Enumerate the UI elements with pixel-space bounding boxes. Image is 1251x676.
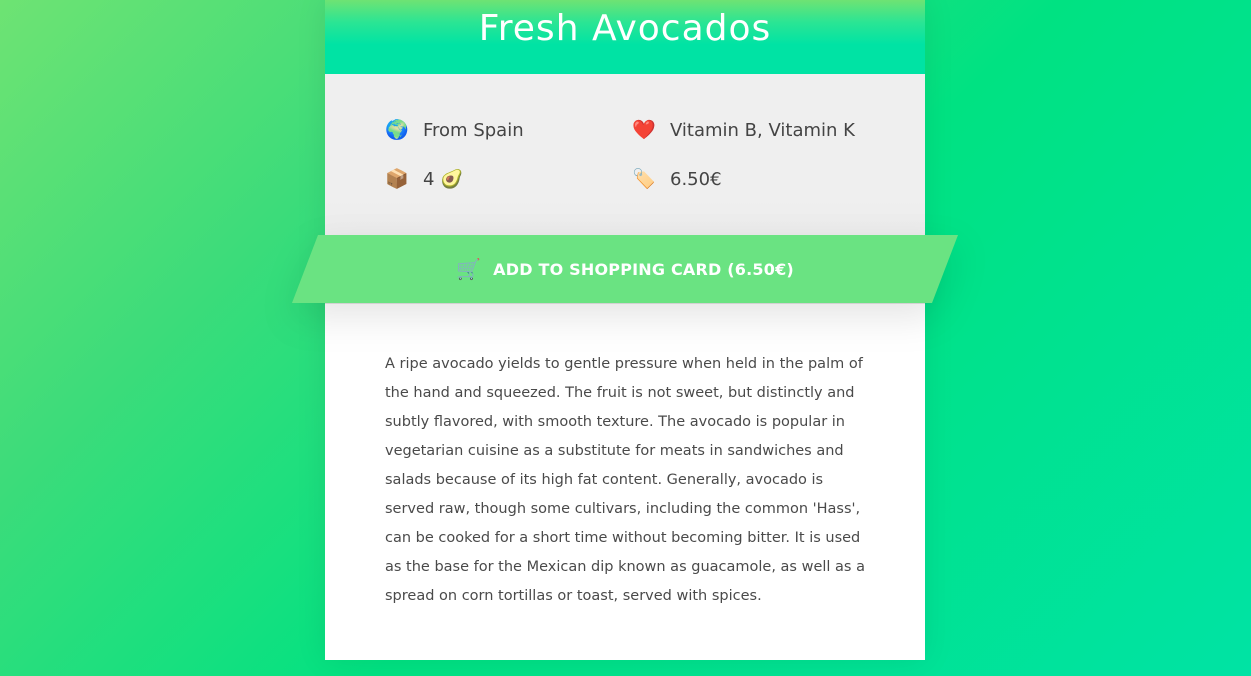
card-header: Fresh Avocados [325, 0, 925, 74]
origin-info: 🌍 From Spain [385, 115, 524, 145]
add-to-cart-button[interactable]: 🛒 ADD TO SHOPPING CARD (6.50€) [292, 235, 958, 303]
vitamins-text: Vitamin B, Vitamin K [670, 119, 855, 141]
origin-text: From Spain [423, 119, 524, 141]
quantity-text: 4 [423, 168, 435, 190]
avocado-icon: 🥑 [440, 168, 463, 190]
product-description: A ripe avocado yields to gentle pressure… [385, 356, 865, 604]
vitamins-info: ❤️ Vitamin B, Vitamin K [632, 115, 855, 145]
shopping-cart-icon: 🛒 [456, 257, 482, 281]
add-to-cart-content: 🛒 ADD TO SHOPPING CARD (6.50€) [292, 235, 958, 303]
package-icon: 📦 [385, 168, 409, 190]
price-text: 6.50€ [670, 168, 722, 190]
heart-icon: ❤️ [632, 119, 656, 141]
globe-icon: 🌍 [385, 119, 409, 141]
product-title: Fresh Avocados [478, 8, 772, 49]
product-card: Fresh Avocados 🌍 From Spain ❤️ Vitamin B… [325, 0, 925, 660]
price-tag-icon: 🏷️ [632, 168, 656, 190]
quantity-info: 📦 4 🥑 [385, 164, 463, 194]
add-to-cart-label: ADD TO SHOPPING CARD (6.50€) [493, 259, 794, 279]
price-info: 🏷️ 6.50€ [632, 164, 722, 194]
